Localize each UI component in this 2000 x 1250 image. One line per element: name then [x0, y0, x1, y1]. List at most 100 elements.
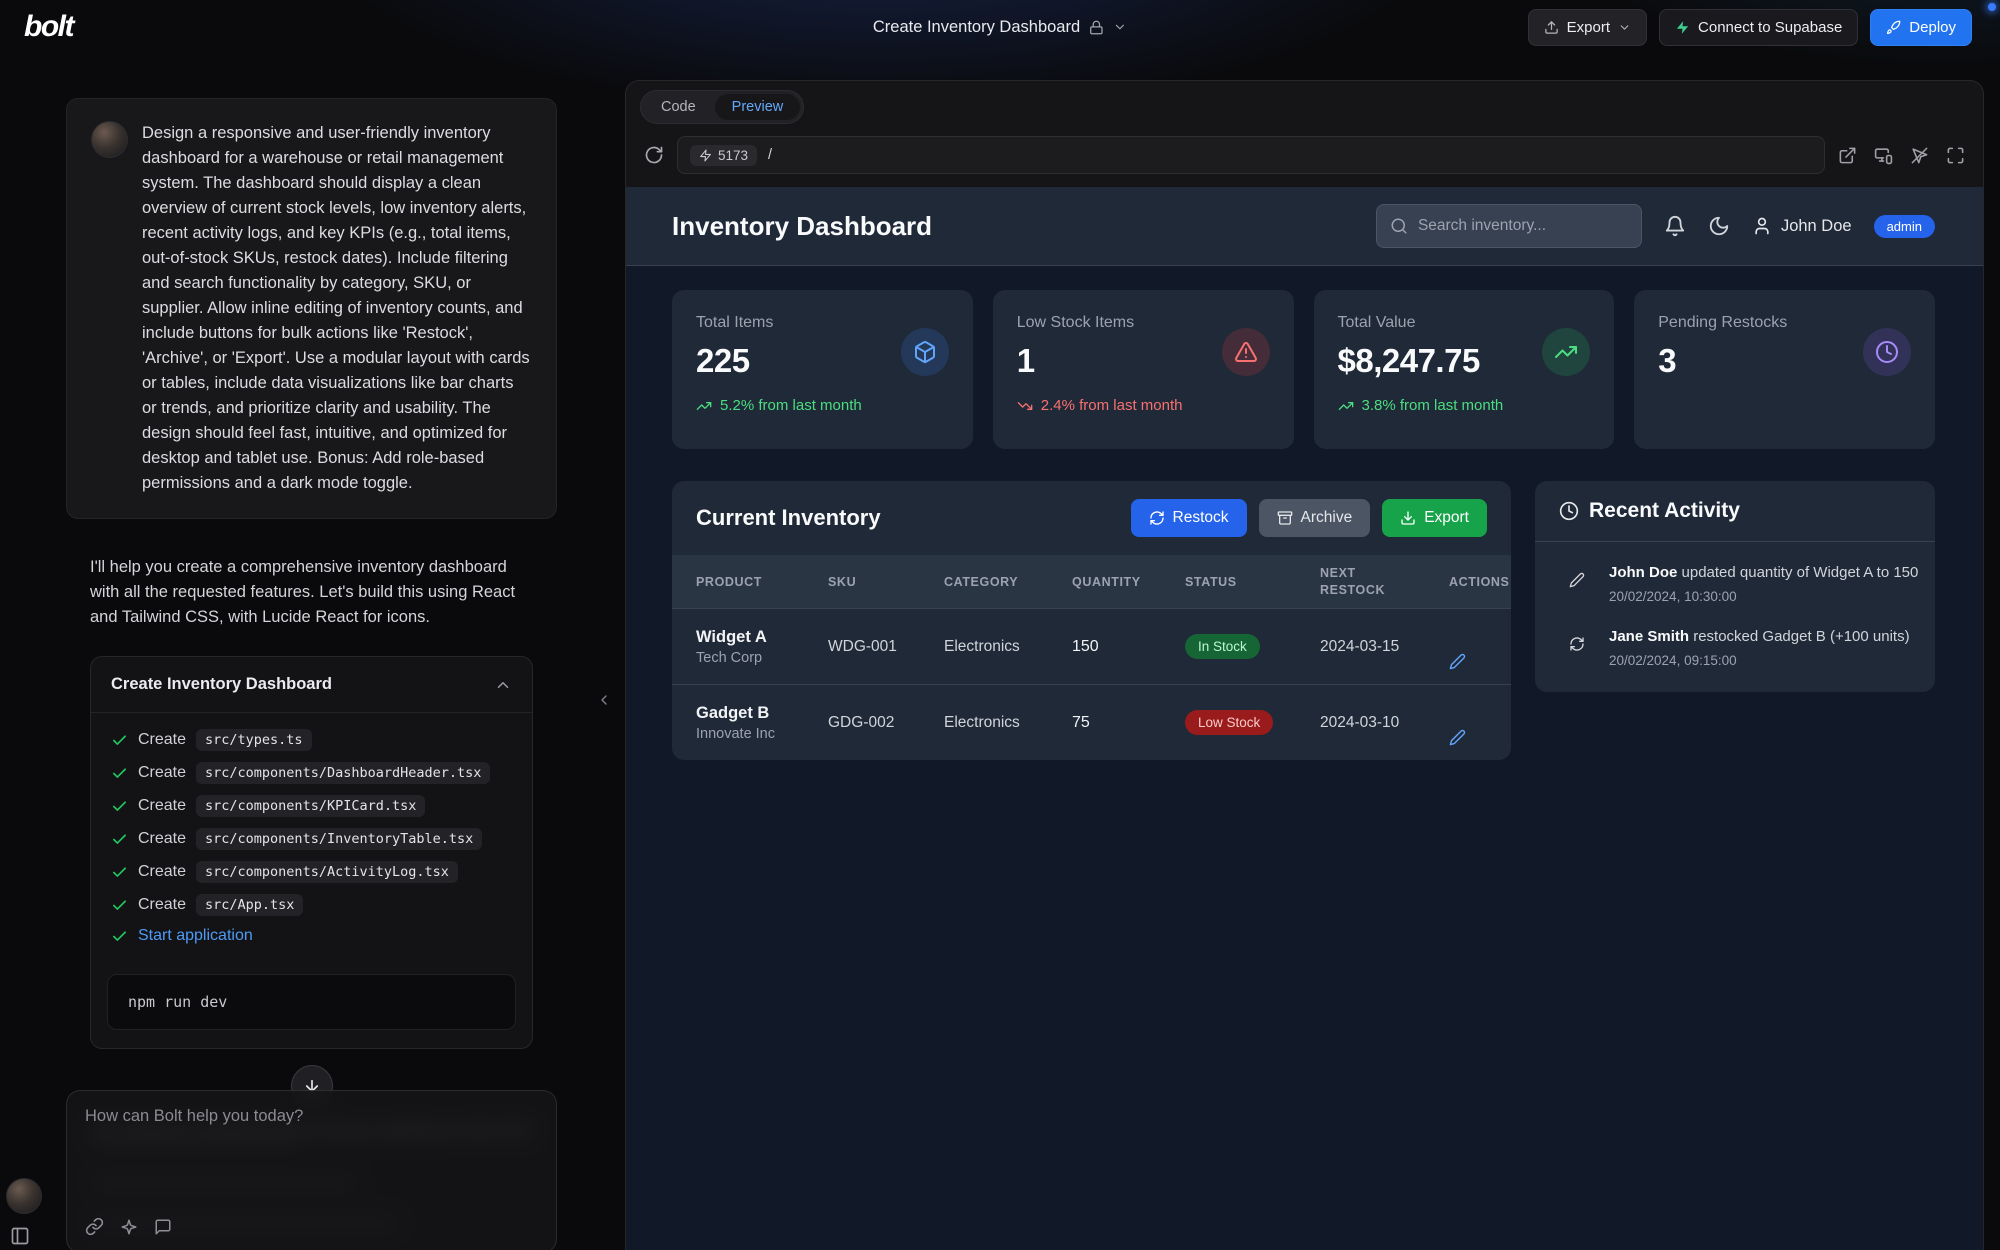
product-sku: WDG-001 [828, 609, 944, 684]
page-title: Inventory Dashboard [672, 211, 932, 242]
sparkles-icon[interactable] [120, 1218, 138, 1236]
plan-step: Create src/components/DashboardHeader.ts… [111, 762, 512, 784]
archive-button[interactable]: Archive [1259, 499, 1371, 537]
step-file[interactable]: src/components/ActivityLog.tsx [196, 861, 458, 883]
plan-card-header[interactable]: Create Inventory Dashboard [91, 657, 532, 713]
product-category: Electronics [944, 609, 1072, 684]
step-file[interactable]: src/components/KPICard.tsx [196, 795, 425, 817]
download-icon [1400, 510, 1416, 526]
product-quantity[interactable]: 75 [1072, 685, 1185, 760]
chat-bubble-icon[interactable] [154, 1218, 172, 1236]
role-badge[interactable]: admin [1874, 215, 1935, 238]
trend-down-icon [1017, 398, 1033, 414]
devices-icon[interactable] [1874, 146, 1893, 165]
activity-timestamp: 20/02/2024, 09:15:00 [1609, 653, 1910, 668]
step-action-label: Create [138, 896, 186, 914]
view-tabs: Code Preview [626, 81, 1983, 128]
user-menu[interactable]: John Doe [1752, 216, 1852, 236]
start-application-link[interactable]: Start application [138, 927, 253, 945]
profile-avatar[interactable] [6, 1178, 42, 1214]
column-header: QUANTITY [1072, 555, 1185, 608]
chat-input[interactable] [85, 1107, 538, 1217]
activity-description: updated quantity of Widget A to 150 [1682, 564, 1919, 581]
kpi-trend-text: 3.8% from last month [1362, 397, 1504, 414]
sidebar-toggle-icon[interactable] [10, 1226, 30, 1246]
plan-card: Create Inventory Dashboard Create src/ty… [90, 656, 533, 1049]
collapse-chat-button[interactable] [596, 692, 612, 708]
plan-step: Create src/components/InventoryTable.tsx [111, 828, 512, 850]
check-icon [111, 897, 128, 914]
dark-mode-toggle-icon[interactable] [1708, 215, 1730, 237]
app-preview: Inventory Dashboard [626, 187, 1983, 1250]
step-file[interactable]: src/App.tsx [196, 894, 303, 916]
recent-activity-card: Recent Activity John Doe updated [1535, 481, 1935, 692]
plan-title: Create Inventory Dashboard [111, 675, 332, 694]
open-external-icon[interactable] [1838, 146, 1857, 165]
kpi-label: Total Items [696, 314, 949, 332]
chevron-up-icon[interactable] [494, 676, 512, 694]
connect-supabase-button[interactable]: Connect to Supabase [1659, 9, 1858, 46]
kpi-label: Total Value [1338, 314, 1591, 332]
address-bar[interactable]: 5173 / [677, 136, 1825, 174]
kpi-trend: 2.4% from last month [1017, 397, 1270, 414]
header-controls: John Doe admin [1376, 204, 1935, 248]
rocket-icon [1886, 20, 1901, 35]
terminal-command[interactable]: npm run dev [107, 974, 516, 1030]
export-button[interactable]: Export [1528, 9, 1647, 46]
check-icon [111, 732, 128, 749]
check-icon [111, 928, 128, 945]
restock-button[interactable]: Restock [1131, 499, 1247, 537]
bell-icon[interactable] [1664, 215, 1686, 237]
clock-icon [1559, 501, 1579, 521]
search-box[interactable] [1376, 204, 1642, 248]
kpi-trend: 3.8% from last month [1338, 397, 1591, 414]
export-inventory-button[interactable]: Export [1382, 499, 1487, 537]
fullscreen-icon[interactable] [1946, 146, 1965, 165]
port-chip[interactable]: 5173 [690, 145, 757, 166]
reload-icon[interactable] [644, 145, 664, 165]
step-file[interactable]: src/types.ts [196, 729, 312, 751]
start-application-step: Start application [111, 927, 512, 945]
chevron-down-icon [1113, 20, 1127, 34]
check-icon [111, 765, 128, 782]
restock-label: Restock [1173, 509, 1229, 527]
table-row[interactable]: Gadget B Innovate Inc GDG-002 Electronic… [672, 684, 1511, 760]
inspect-off-icon[interactable] [1910, 146, 1929, 165]
product-category: Electronics [944, 685, 1072, 760]
inventory-title: Current Inventory [696, 505, 881, 531]
project-title: Create Inventory Dashboard [873, 18, 1080, 37]
plan-steps: Create src/types.ts Create src/component… [91, 713, 532, 962]
deploy-button[interactable]: Deploy [1870, 9, 1972, 46]
dashboard-header: Inventory Dashboard [626, 187, 1983, 266]
table-row[interactable]: Widget A Tech Corp WDG-001 Electronics 1… [672, 608, 1511, 684]
user-message: Design a responsive and user-friendly in… [66, 98, 557, 519]
project-title-menu[interactable]: Create Inventory Dashboard [873, 18, 1127, 37]
zap-icon [699, 149, 712, 162]
kpi-card-pending-restocks: Pending Restocks 3 [1634, 290, 1935, 449]
column-header: SKU [828, 555, 944, 608]
kpi-label: Pending Restocks [1658, 314, 1911, 332]
edit-icon[interactable] [1449, 729, 1466, 746]
product-quantity[interactable]: 150 [1072, 609, 1185, 684]
product-name: Widget A [696, 628, 828, 647]
status-badge: Low Stock [1185, 710, 1273, 735]
step-file[interactable]: src/components/InventoryTable.tsx [196, 828, 482, 850]
trending-up-icon [1542, 328, 1590, 376]
link-icon[interactable] [85, 1217, 104, 1236]
plan-step: Create src/App.tsx [111, 894, 512, 916]
kpi-card-low-stock: Low Stock Items 1 2.4% from last month [993, 290, 1294, 449]
kpi-card-total-items: Total Items 225 5.2% from last month [672, 290, 973, 449]
activity-item: Jane Smith restocked Gadget B (+100 unit… [1559, 626, 1911, 668]
chat-input-box[interactable] [66, 1090, 557, 1250]
search-input[interactable] [1418, 217, 1628, 235]
tab-code[interactable]: Code [644, 94, 713, 120]
plan-step: Create src/components/KPICard.tsx [111, 795, 512, 817]
topbar: bolt Create Inventory Dashboard Export C… [0, 0, 2000, 54]
edit-icon[interactable] [1449, 653, 1466, 670]
inventory-card-header: Current Inventory Restock Archive [672, 481, 1511, 555]
bolt-logo[interactable]: bolt [24, 10, 73, 44]
tab-preview[interactable]: Preview [715, 94, 801, 120]
archive-label: Archive [1301, 509, 1353, 527]
step-file[interactable]: src/components/DashboardHeader.tsx [196, 762, 490, 784]
column-header: STATUS [1185, 555, 1320, 608]
